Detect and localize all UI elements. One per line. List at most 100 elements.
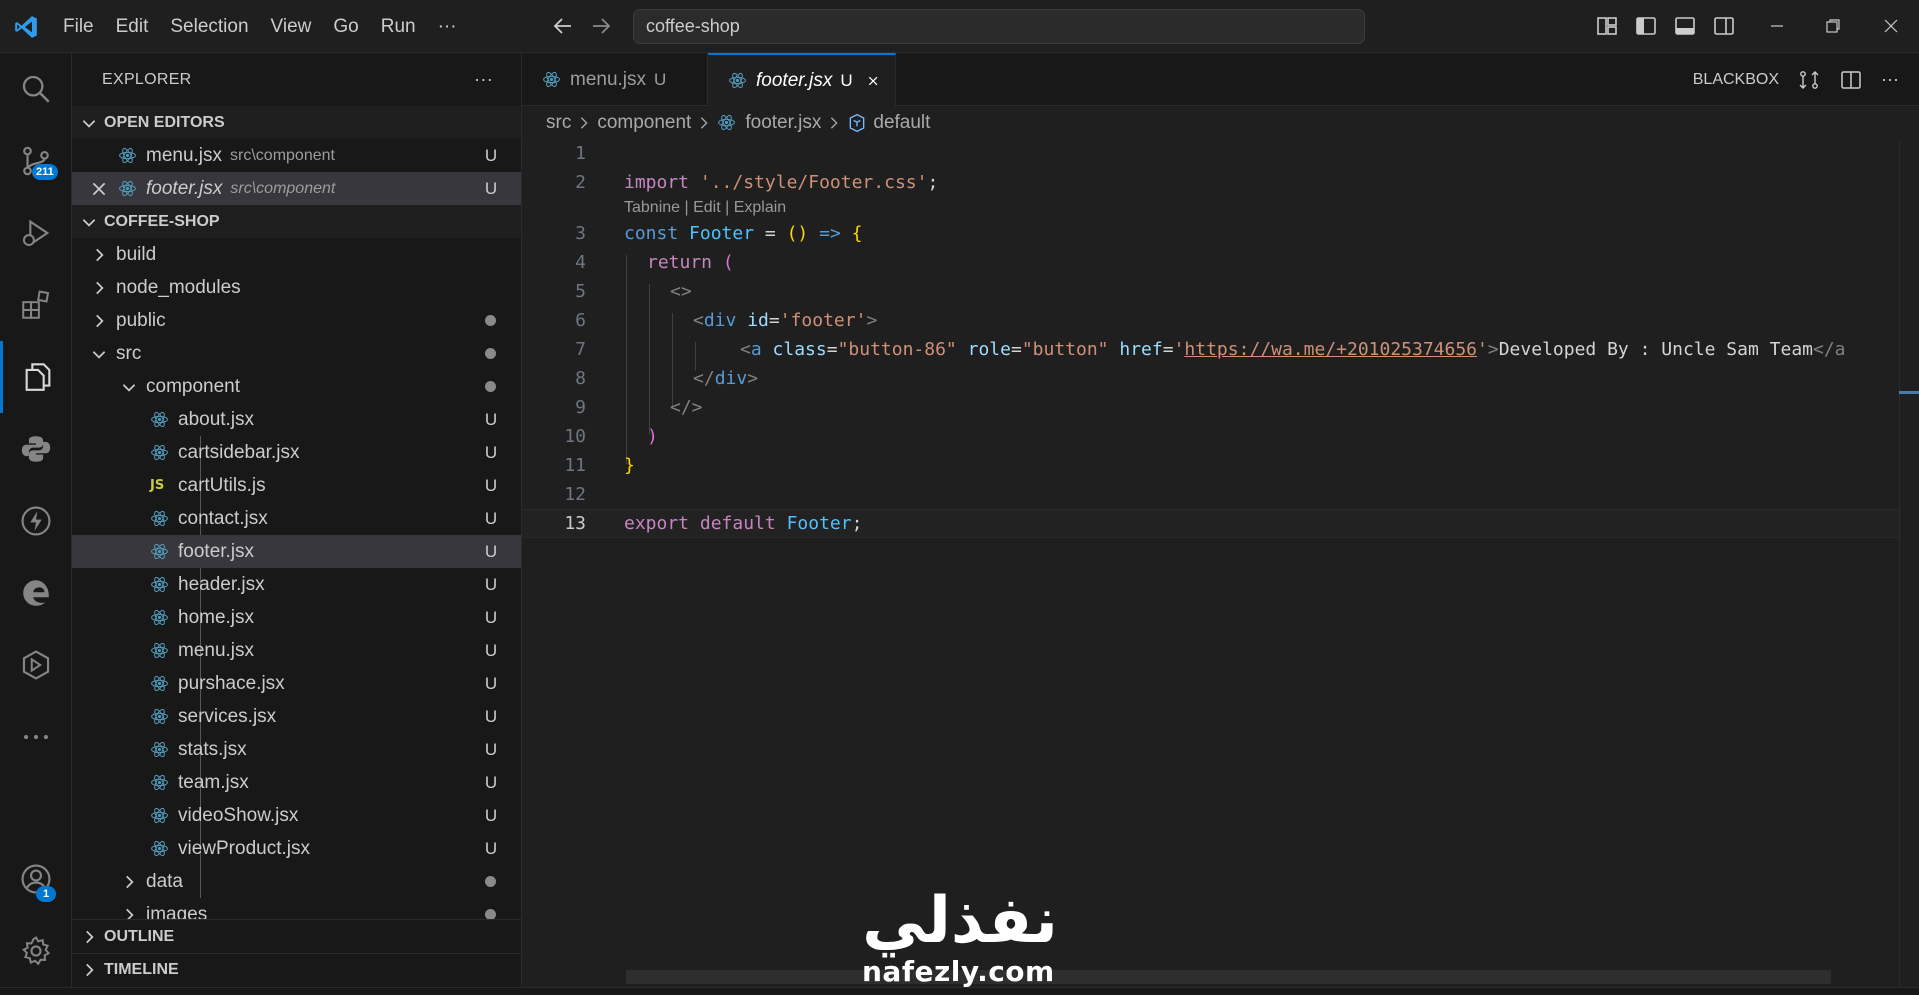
folder-item[interactable]: build: [72, 238, 521, 271]
menu-run[interactable]: Run: [370, 0, 427, 53]
file-item[interactable]: stats.jsx U: [72, 733, 521, 766]
menu-view[interactable]: View: [260, 0, 323, 53]
react-icon: [543, 71, 560, 88]
git-status-untracked: U: [484, 145, 498, 165]
file-item[interactable]: purshace.jsx U: [72, 667, 521, 700]
go-back-icon[interactable]: [551, 14, 575, 38]
go-forward-icon[interactable]: [589, 14, 613, 38]
outline-section[interactable]: OUTLINE: [72, 920, 521, 953]
editor-more-actions[interactable]: ···: [1881, 69, 1899, 90]
explorer-more-actions[interactable]: ···: [474, 69, 493, 90]
vertical-scrollbar[interactable]: [1899, 139, 1919, 987]
blackbox-button[interactable]: BLACKBOX: [1693, 71, 1779, 89]
file-item[interactable]: about.jsx U: [72, 403, 521, 436]
folder-item-expanded[interactable]: component: [72, 370, 521, 403]
activity-more[interactable]: [0, 701, 72, 773]
file-item[interactable]: team.jsx U: [72, 766, 521, 799]
folder-item[interactable]: node_modules: [72, 271, 521, 304]
codelens-actions[interactable]: Tabnine | Edit | Explain: [522, 197, 1919, 219]
folder-item-expanded[interactable]: src: [72, 337, 521, 370]
line-content: import '../style/Footer.css';: [624, 172, 938, 193]
tab-menu-jsx[interactable]: menu.jsx U: [522, 53, 708, 106]
breadcrumb-symbol[interactable]: default: [873, 112, 930, 134]
code-editor[interactable]: 1 2 import '../style/Footer.css'; Tabnin…: [522, 139, 1919, 538]
open-editor-item[interactable]: menu.jsx src\component U: [72, 139, 521, 172]
line-content: </div>: [693, 368, 758, 389]
menu-file[interactable]: File: [52, 0, 105, 53]
command-center-search[interactable]: coffee-shop: [633, 9, 1365, 44]
folder-name: node_modules: [116, 276, 241, 298]
file-item[interactable]: viewProduct.jsx U: [72, 832, 521, 865]
token-tag: div: [703, 310, 737, 331]
token-keyword: export: [624, 513, 690, 534]
tab-label: footer.jsx: [756, 69, 833, 91]
code-line: 1: [522, 139, 1919, 168]
react-icon: [151, 774, 168, 791]
menu-go[interactable]: Go: [322, 0, 369, 53]
file-item-selected[interactable]: footer.jsx U: [72, 535, 521, 568]
modified-dot: [485, 315, 496, 326]
split-editor-icon[interactable]: [1839, 68, 1863, 92]
minimize-icon[interactable]: [1765, 14, 1789, 38]
open-editors-section[interactable]: OPEN EDITORS: [72, 106, 521, 139]
code-line: 9 </>: [522, 393, 1919, 422]
token-punct: </a: [1813, 339, 1846, 360]
activity-run-debug[interactable]: [0, 197, 72, 269]
file-item[interactable]: contact.jsx U: [72, 502, 521, 535]
toggle-panel-icon[interactable]: [1673, 14, 1697, 38]
file-item[interactable]: JS cartUtils.js U: [72, 469, 521, 502]
file-name: cartsidebar.jsx: [178, 441, 300, 463]
menu-bar: File Edit Selection View Go Run ···: [52, 0, 468, 53]
activity-extensions[interactable]: [0, 269, 72, 341]
open-editor-item-active[interactable]: footer.jsx src\component U: [72, 172, 521, 205]
menu-more[interactable]: ···: [427, 0, 468, 53]
explorer-header: EXPLORER ···: [72, 53, 521, 106]
file-item[interactable]: home.jsx U: [72, 601, 521, 634]
token-bracket: (: [722, 252, 734, 273]
line-content: <div id='footer'>: [693, 310, 877, 331]
toggle-primary-sidebar-icon[interactable]: [1634, 14, 1658, 38]
file-item[interactable]: services.jsx U: [72, 700, 521, 733]
toggle-secondary-sidebar-icon[interactable]: [1712, 14, 1736, 38]
horizontal-scrollbar[interactable]: [626, 970, 1831, 984]
breadcrumb-file[interactable]: footer.jsx: [745, 112, 821, 134]
restore-icon[interactable]: [1821, 14, 1845, 38]
code-line: 6 <div id='footer'>: [522, 306, 1919, 335]
file-item[interactable]: cartsidebar.jsx U: [72, 436, 521, 469]
breadcrumb-src[interactable]: src: [546, 112, 571, 134]
activity-thunder-client[interactable]: [0, 485, 72, 557]
folder-item[interactable]: public: [72, 304, 521, 337]
activity-accounts[interactable]: 1: [0, 843, 72, 915]
file-item[interactable]: header.jsx U: [72, 568, 521, 601]
project-section[interactable]: COFFEE-SHOP: [72, 205, 521, 238]
line-number: 2: [575, 172, 586, 193]
activity-blackbox[interactable]: [0, 629, 72, 701]
activity-python[interactable]: [0, 413, 72, 485]
chevron-down-icon: [82, 119, 96, 128]
activity-manage[interactable]: [0, 915, 72, 987]
close-tab-icon[interactable]: [867, 73, 879, 89]
react-icon: [729, 72, 746, 89]
compare-changes-icon[interactable]: [1797, 68, 1821, 92]
activity-source-control[interactable]: 211: [0, 125, 72, 197]
line-content: export default Footer;: [624, 513, 862, 534]
tab-footer-jsx[interactable]: footer.jsx U: [708, 53, 896, 106]
token-link[interactable]: https://wa.me/+201025374656: [1184, 339, 1477, 360]
menu-selection[interactable]: Selection: [159, 0, 259, 53]
close-editor-icon[interactable]: [90, 180, 108, 198]
activity-edge-devtools[interactable]: [0, 557, 72, 629]
javascript-icon: JS: [150, 478, 165, 493]
file-item[interactable]: menu.jsx U: [72, 634, 521, 667]
close-window-icon[interactable]: [1879, 14, 1903, 38]
line-number: 7: [575, 339, 586, 360]
react-icon: [151, 411, 168, 428]
activity-search[interactable]: [0, 53, 72, 125]
customize-layout-icon[interactable]: [1595, 14, 1619, 38]
menu-edit[interactable]: Edit: [105, 0, 160, 53]
folder-item[interactable]: data: [72, 865, 521, 898]
activity-explorer[interactable]: [0, 341, 72, 413]
gear-icon: [21, 936, 51, 966]
breadcrumb-component[interactable]: component: [597, 112, 691, 134]
file-item[interactable]: videoShow.jsx U: [72, 799, 521, 832]
timeline-section[interactable]: TIMELINE: [72, 953, 521, 986]
